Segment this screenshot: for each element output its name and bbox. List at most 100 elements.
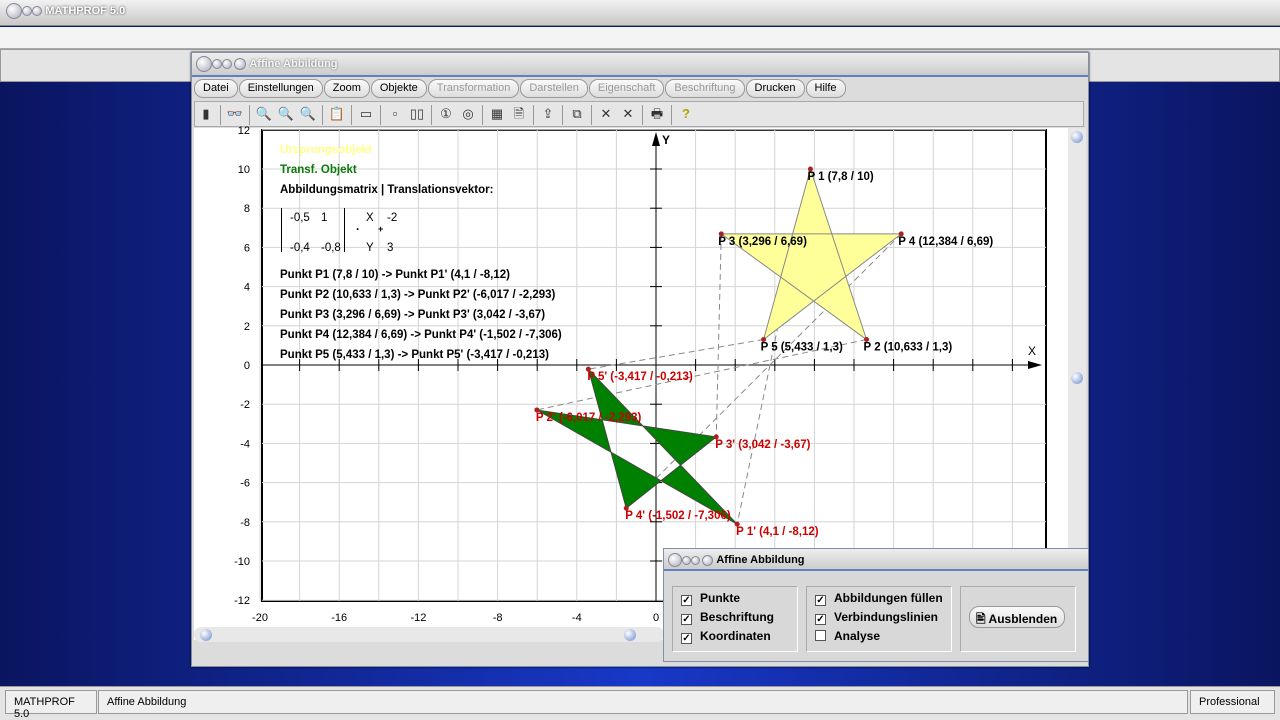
toolbar-separator	[322, 104, 323, 125]
menu-datei[interactable]: Datei	[194, 79, 238, 98]
point-label: P 4' (-1,502 / -7,306)	[625, 510, 731, 522]
scroll-up-knob[interactable]	[1071, 131, 1083, 143]
checkbox-label: Abbildungen füllen	[834, 591, 943, 605]
plus-sign: +	[378, 224, 384, 234]
y-tick-label: -12	[234, 595, 250, 607]
layout-icon[interactable]: ▭	[355, 103, 377, 125]
copy-icon[interactable]: ⧉	[566, 103, 588, 125]
menu-eigenschaft[interactable]: Eigenschaft	[588, 79, 665, 98]
x-tick-label: -20	[252, 612, 268, 624]
checkbox-box[interactable]: ✓	[681, 614, 692, 625]
y-tick-label: -6	[240, 478, 250, 490]
toolbar-separator	[380, 104, 381, 125]
zoom-icon[interactable]: 🔍	[275, 103, 297, 125]
y-tick-label: -10	[234, 556, 250, 568]
x-tick-label: 0	[653, 612, 659, 624]
scroll-thumb[interactable]	[1071, 372, 1083, 384]
menu-drucken[interactable]: Drucken	[745, 79, 805, 98]
status-module: Affine Abbildung	[98, 690, 1188, 714]
menu-hilfe[interactable]: Hilfe	[805, 79, 846, 98]
mapping-line-4: Punkt P4 (12,384 / 6,69) -> Punkt P4' (-…	[280, 329, 562, 341]
table-icon[interactable]: ▦	[486, 103, 508, 125]
glasses-icon[interactable]: 👓	[224, 103, 246, 125]
x-axis-label: X	[1028, 344, 1036, 358]
properties-icon[interactable]: 📋	[326, 103, 348, 125]
affine-dialog: Affine Abbildung ✓ Punkte ✓ Beschriftung ✓…	[663, 548, 1089, 662]
checkbox-box[interactable]: ✓	[815, 614, 826, 625]
y-tick-label: 2	[244, 321, 250, 333]
checkbox-beschriftung[interactable]: ✓ Beschriftung	[681, 610, 789, 629]
toolbar-separator	[249, 104, 250, 125]
x-tick-label: -12	[410, 612, 426, 624]
circle-2-icon[interactable]: ◎	[457, 103, 479, 125]
cross-icon[interactable]: ✕	[595, 103, 617, 125]
window-buttons-icon[interactable]	[6, 3, 42, 19]
y-tick-label: 10	[238, 164, 250, 176]
window-buttons-icon[interactable]	[196, 56, 246, 72]
menu-zoom[interactable]: Zoom	[323, 79, 370, 98]
point-label: P 1 (7,8 / 10)	[807, 171, 873, 183]
matrix-m12: 1	[321, 212, 328, 224]
checkbox-abbildungen-fuellen[interactable]: ✓ Abbildungen füllen	[815, 591, 943, 610]
status-app: MATHPROF 5.0	[5, 690, 97, 720]
toolbar-separator	[671, 104, 672, 125]
checkbox-box[interactable]: ✓	[681, 633, 692, 644]
status-bar: MATHPROF 5.0 Affine Abbildung Profession…	[0, 686, 1280, 720]
checkbox-label: Verbindungslinien	[834, 610, 939, 624]
toolbar-separator	[562, 104, 563, 125]
menu-darstellen[interactable]: Darstellen	[520, 79, 588, 98]
frame-double-icon[interactable]: ▯▯	[406, 103, 428, 125]
toolbar-separator	[220, 104, 221, 125]
circle-1-icon[interactable]: ①	[435, 103, 457, 125]
checkbox-box[interactable]	[815, 630, 826, 641]
checkbox-koordinaten[interactable]: ✓ Koordinaten	[681, 629, 789, 648]
checkbox-box[interactable]: ✓	[815, 595, 826, 606]
matrix-m21: -0,4	[290, 242, 310, 254]
zoom-out-icon[interactable]: 🔍	[253, 103, 275, 125]
point-label: P 5' (-3,417 / -0,213)	[587, 371, 693, 383]
translation-2: 3	[387, 242, 394, 254]
mapping-line-1: Punkt P1 (7,8 / 10) -> Punkt P1' (4,1 / …	[280, 269, 510, 281]
document-icon[interactable]: 🗎	[508, 103, 530, 125]
status-edition: Professional	[1190, 690, 1275, 714]
point-label: P 5 (5,433 / 1,3)	[761, 342, 843, 354]
scroll-left-knob[interactable]	[200, 629, 212, 641]
frame-icon[interactable]: ▫	[384, 103, 406, 125]
legend-transformed: Transf. Objekt	[280, 164, 357, 176]
dialog-title-bar[interactable]: Affine Abbildung	[664, 549, 1088, 571]
point-label: P 3' (3,042 / -3,67)	[715, 439, 810, 451]
menu-einstellungen[interactable]: Einstellungen	[238, 79, 323, 98]
hide-button-label: Ausblenden	[988, 612, 1058, 626]
printer-icon[interactable]: 🖶	[646, 103, 668, 125]
menu-transformation[interactable]: Transformation	[427, 79, 520, 98]
window-title-bar[interactable]: Affine Abbildung	[192, 53, 1088, 77]
scroll-thumb[interactable]	[624, 629, 636, 641]
checkbox-label: Analyse	[834, 629, 881, 643]
window-buttons-icon[interactable]	[668, 552, 713, 568]
matrix-m22: -0,8	[321, 242, 341, 254]
checkbox-verbindungslinien[interactable]: ✓ Verbindungslinien	[815, 610, 943, 629]
checkbox-analyse[interactable]: Analyse	[815, 629, 943, 648]
y-tick-label: 4	[244, 282, 250, 294]
checkbox-punkte[interactable]: ✓ Punkte	[681, 591, 789, 610]
y-tick-label: -4	[240, 438, 250, 450]
matrix-bracket	[344, 208, 345, 252]
horizontal-scrollbar[interactable]	[194, 627, 664, 642]
cross-double-icon[interactable]: ✕	[617, 103, 639, 125]
x-tick-label: -4	[572, 612, 582, 624]
mapping-line-2: Punkt P2 (10,633 / 1,3) -> Punkt P2' (-6…	[280, 289, 556, 301]
toolbar-separator	[351, 104, 352, 125]
export-icon[interactable]: ⇪	[537, 103, 559, 125]
zoom-in-icon[interactable]: 🔍	[297, 103, 319, 125]
checkbox-box[interactable]: ✓	[681, 595, 692, 606]
app-title: MATHPROF 5.0	[45, 5, 126, 17]
window-toggle-icon[interactable]: ▮	[195, 103, 217, 125]
menu-beschriftung[interactable]: Beschriftung	[665, 79, 745, 98]
mapping-line-5: Punkt P5 (5,433 / 1,3) -> Punkt P5' (-3,…	[280, 349, 549, 361]
hide-button[interactable]: 🖹 Ausblenden	[969, 606, 1065, 628]
menu-objekte[interactable]: Objekte	[370, 79, 427, 98]
window-title: Affine Abbildung	[249, 58, 338, 70]
help-icon[interactable]: ?	[675, 103, 697, 125]
group-options: ✓ Abbildungen füllen ✓ Verbindungslinien A…	[806, 586, 952, 652]
group-display: ✓ Punkte ✓ Beschriftung ✓ Koordinaten	[672, 586, 798, 652]
